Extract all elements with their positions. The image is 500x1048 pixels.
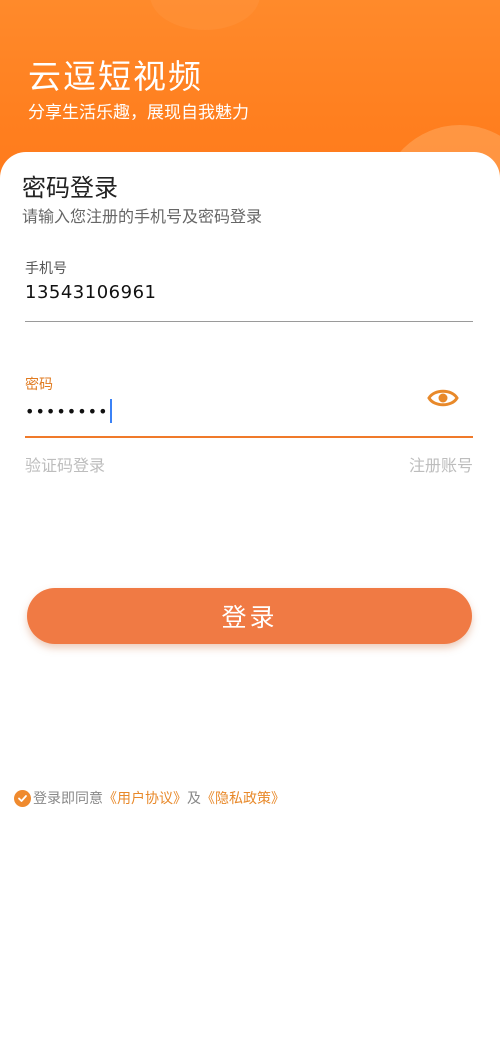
eye-icon[interactable] bbox=[427, 384, 459, 412]
login-card: 密码登录 请输入您注册的手机号及密码登录 手机号 13543106961 密码 … bbox=[0, 152, 500, 1048]
agreement-row: 登录即同意 《用户协议》 及 《隐私政策》 bbox=[14, 788, 285, 808]
text-caret bbox=[109, 399, 112, 423]
check-circle-icon[interactable] bbox=[14, 789, 31, 807]
phone-label: 手机号 bbox=[25, 261, 67, 277]
phone-input[interactable]: 13543106961 bbox=[25, 282, 473, 303]
agreement-conjunction: 及 bbox=[187, 791, 201, 807]
app-slogan: 分享生活乐趣，展现自我魅力 bbox=[28, 103, 249, 123]
password-input[interactable]: •••••••• bbox=[25, 402, 109, 421]
user-agreement-link[interactable]: 《用户协议》 bbox=[103, 788, 187, 808]
app-title: 云逗短视频 bbox=[28, 57, 203, 96]
page-subtitle: 请输入您注册的手机号及密码登录 bbox=[22, 207, 263, 226]
phone-field[interactable]: 手机号 13543106961 bbox=[25, 260, 473, 322]
sms-login-link[interactable]: 验证码登录 bbox=[25, 452, 105, 476]
page-title: 密码登录 bbox=[22, 174, 118, 202]
decorative-blob bbox=[150, 0, 260, 30]
password-field[interactable]: 密码 •••••••• bbox=[25, 376, 473, 438]
privacy-policy-link[interactable]: 《隐私政策》 bbox=[201, 788, 285, 808]
password-label: 密码 bbox=[25, 377, 53, 393]
agreement-prefix: 登录即同意 bbox=[33, 791, 103, 807]
login-button[interactable]: 登录 bbox=[27, 588, 472, 644]
register-link[interactable]: 注册账号 bbox=[409, 452, 473, 476]
